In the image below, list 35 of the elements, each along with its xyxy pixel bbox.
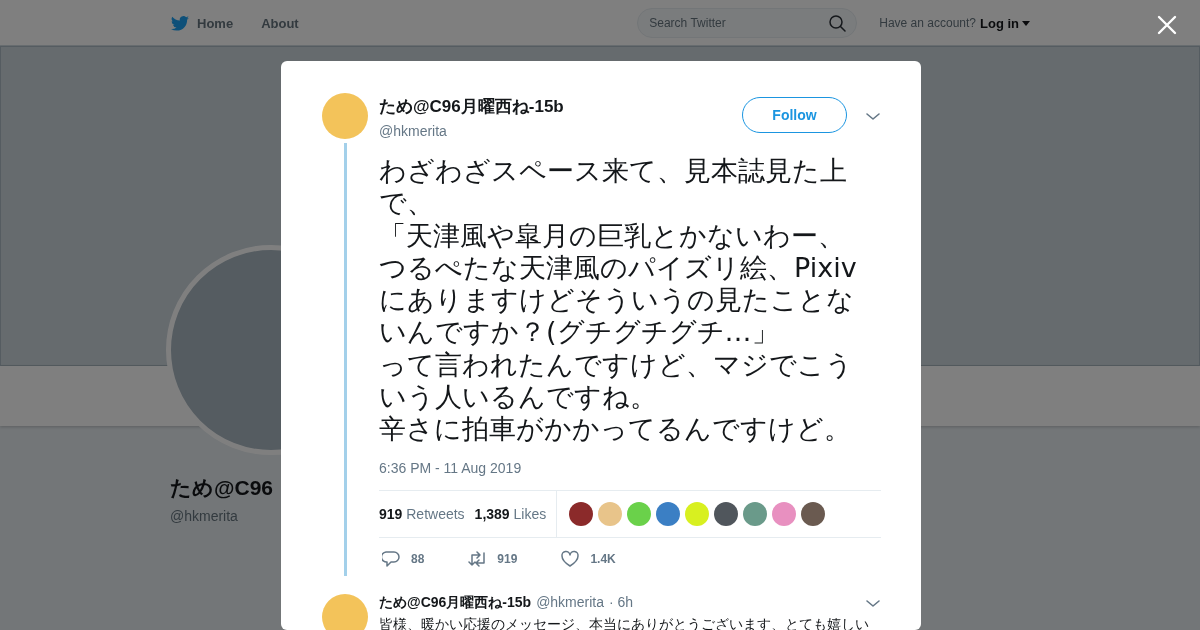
tweet-paragraph: 辛さに拍車がかかってるんですけど。 — [379, 413, 852, 446]
stat-link[interactable]: 1,389 Likes — [474, 505, 547, 522]
profile-handle: @hkmerita — [170, 508, 238, 524]
stat-link[interactable]: 919 Retweets — [379, 505, 465, 522]
search-icon[interactable] — [829, 15, 847, 32]
action-count: 919 — [497, 551, 518, 566]
login-link[interactable]: Log in — [980, 15, 1030, 31]
reply-icon[interactable] — [382, 549, 400, 568]
close-icon[interactable] — [1157, 15, 1177, 35]
nav-link[interactable]: About — [261, 14, 299, 32]
follow-button[interactable]: Follow — [742, 97, 847, 133]
account-prompt: Have an account? — [879, 16, 976, 30]
tweet-time[interactable]: · 6h — [609, 593, 634, 610]
tweet-timestamp[interactable]: 6:36 PM - 11 Aug 2019 — [379, 459, 881, 476]
tweet-paragraph: わざわざスペース来て、見本誌見た上で、 — [379, 155, 848, 220]
action-count: 88 — [411, 551, 425, 566]
tweet-paragraph: 「天津風や皐月の巨乳とかないわー、つるぺたな天津風のパイズリ絵、Pixivにありますけどそういうの見たことないんですか？(グチグチグチ…」 — [379, 219, 858, 349]
user-handle[interactable]: @hkmerita — [379, 123, 742, 139]
avatar[interactable] — [569, 501, 594, 526]
profile-name: ため@C96 — [170, 475, 273, 501]
caret-icon — [1022, 20, 1030, 26]
chevron-down-icon[interactable] — [865, 110, 881, 122]
user-handle[interactable]: @hkmerita — [536, 593, 605, 610]
bird-icon — [170, 14, 190, 32]
tweet-paragraph: って言われたんですけど、マジでこういう人いるんですね。 — [379, 348, 854, 414]
nav-link[interactable]: Home — [170, 14, 234, 32]
heart-icon[interactable] — [561, 549, 580, 568]
action-count: 1.4K — [590, 551, 616, 566]
user-name[interactable]: ため@C96月曜西ね-15b — [379, 593, 532, 612]
avatar[interactable] — [801, 501, 826, 526]
search-field[interactable]: Search Twitter — [637, 8, 858, 38]
user-name[interactable]: ため@C96月曜西ね-15b — [379, 95, 742, 118]
retweet-icon[interactable] — [468, 549, 487, 568]
avatar[interactable] — [714, 501, 739, 526]
avatar[interactable] — [656, 501, 681, 526]
